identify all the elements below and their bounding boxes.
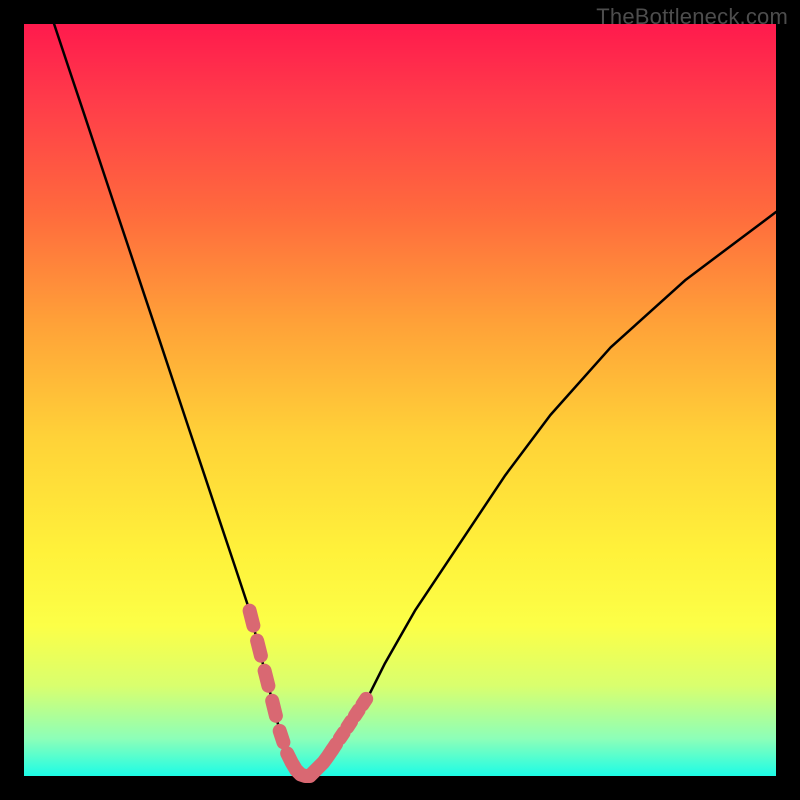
bottleneck-chart bbox=[24, 24, 776, 776]
highlight-right-segment bbox=[332, 693, 370, 749]
highlight-floor-segment bbox=[287, 750, 332, 776]
watermark-text: TheBottleneck.com bbox=[596, 4, 788, 30]
bottleneck-curve bbox=[54, 24, 776, 776]
highlight-left-segment bbox=[250, 611, 288, 754]
